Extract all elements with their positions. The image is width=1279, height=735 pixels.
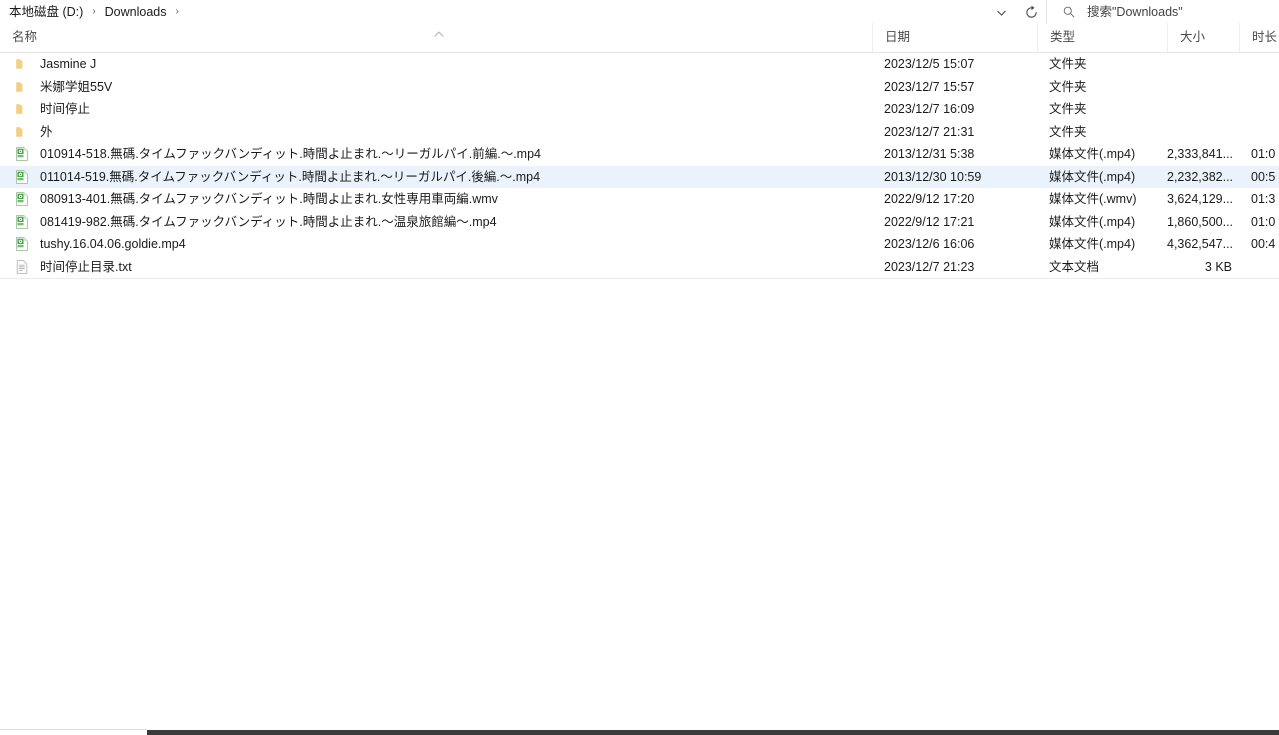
media-file-icon	[16, 147, 28, 162]
media-file-icon	[16, 237, 28, 252]
file-type-cell: 文件夹	[1049, 57, 1087, 71]
search-input[interactable]: 搜索"Downloads"	[1076, 0, 1183, 24]
file-size-cell: 1,860,500...	[1167, 214, 1234, 229]
column-header-duration[interactable]: 时长	[1239, 23, 1279, 52]
file-name-cell[interactable]: 时间停止	[0, 98, 872, 121]
search-icon	[1062, 5, 1076, 19]
file-duration-cell: 01:0	[1251, 147, 1276, 161]
table-row[interactable]: 时间停止 2023/12/7 16:09 文件夹	[0, 98, 1279, 121]
chevron-down-icon	[995, 6, 1008, 19]
file-size-cell: 3 KB	[1204, 259, 1232, 274]
desktop-edge-line	[0, 729, 147, 730]
file-date-cell: 2023/12/7 16:09	[884, 102, 975, 116]
file-size-cell: 3,624,129...	[1167, 192, 1234, 206]
table-row[interactable]: 时间停止目录.txt 2023/12/7 21:23 文本文档 3 KB	[0, 256, 1279, 279]
file-date-cell: 2013/12/30 10:59	[884, 169, 982, 184]
refresh-button[interactable]	[1016, 0, 1046, 24]
file-type-cell: 媒体文件(.mp4)	[1049, 237, 1136, 251]
file-type-cell: 文件夹	[1049, 79, 1087, 94]
folder-icon	[16, 127, 23, 137]
file-type-cell: 媒体文件(.wmv)	[1049, 192, 1137, 206]
table-row[interactable]: tushy.16.04.06.goldie.mp4 2023/12/6 16:06…	[0, 233, 1279, 256]
address-bar[interactable]: 本地磁盘 (D:) › Downloads › 搜索"Downloads"	[0, 0, 1279, 24]
file-date-cell: 2023/12/7 21:23	[884, 259, 975, 274]
column-header-type[interactable]: 类型	[1037, 23, 1167, 52]
file-date-cell: 2023/12/7 15:57	[884, 79, 975, 94]
file-name-label: 米娜学姐55V	[40, 79, 113, 94]
table-row[interactable]: 010914-518.無碼.タイムファックバンディット.時間よ止まれ.～リーガル…	[0, 143, 1279, 166]
file-name-cell[interactable]: 010914-518.無碼.タイムファックバンディット.時間よ止まれ.～リーガル…	[0, 143, 872, 166]
table-row[interactable]: Jasmine J 2023/12/5 15:07 文件夹	[0, 53, 1279, 76]
file-duration-cell: 01:3	[1251, 192, 1276, 206]
file-name-label: 外	[40, 124, 53, 139]
file-date-cell: 2023/12/6 16:06	[884, 237, 975, 251]
file-name-label: 时间停止目录.txt	[40, 259, 132, 274]
media-file-icon	[16, 192, 28, 207]
breadcrumb-separator-icon: ›	[92, 6, 96, 17]
file-size-cell: 2,232,382...	[1167, 169, 1234, 184]
file-type-cell: 媒体文件(.mp4)	[1049, 147, 1136, 161]
column-header-row: 名称 日期 类型 大小 时长	[0, 23, 1279, 53]
file-duration-cell: 00:5	[1251, 169, 1276, 184]
file-duration-cell: 01:0	[1251, 214, 1276, 229]
table-row[interactable]: 米娜学姐55V 2023/12/7 15:57 文件夹	[0, 76, 1279, 99]
file-type-cell: 媒体文件(.mp4)	[1049, 214, 1136, 229]
breadcrumb-separator-trailing-icon[interactable]: ›	[167, 0, 188, 24]
folder-icon	[16, 82, 23, 92]
breadcrumb[interactable]: 本地磁盘 (D:) › Downloads ›	[0, 0, 188, 24]
file-date-cell: 2022/9/12 17:21	[884, 214, 975, 229]
refresh-icon	[1024, 5, 1039, 20]
file-name-cell[interactable]: 011014-519.無碼.タイムファックバンディット.時間よ止まれ.～リーガル…	[0, 166, 872, 189]
file-date-cell: 2023/12/5 15:07	[884, 57, 975, 71]
search-box[interactable]: 搜索"Downloads"	[1046, 0, 1279, 24]
media-file-icon	[16, 169, 28, 184]
table-row[interactable]: 011014-519.無碼.タイムファックバンディット.時間よ止まれ.～リーガル…	[0, 165, 1279, 189]
file-date-cell: 2023/12/7 21:31	[884, 124, 975, 139]
folder-icon	[16, 104, 23, 115]
file-name-label: 010914-518.無碼.タイムファックバンディット.時間よ止まれ.～リーガル…	[40, 147, 541, 161]
file-type-cell: 文件夹	[1049, 124, 1087, 139]
file-name-label: Jasmine J	[40, 57, 97, 71]
file-name-cell[interactable]: 外	[0, 121, 872, 144]
media-file-icon	[16, 214, 28, 229]
file-name-cell[interactable]: 时间停止目录.txt	[0, 256, 872, 279]
folder-icon	[16, 59, 23, 70]
breadcrumb-item-drive[interactable]: 本地磁盘 (D:)	[9, 0, 83, 24]
file-date-cell: 2013/12/31 5:38	[884, 147, 975, 161]
file-name-label: 011014-519.無碼.タイムファックバンディット.時間よ止まれ.～リーガル…	[40, 169, 541, 184]
breadcrumb-item-downloads[interactable]: Downloads	[105, 0, 167, 24]
column-header-date[interactable]: 日期	[872, 23, 1037, 52]
file-type-cell: 媒体文件(.mp4)	[1049, 169, 1136, 184]
file-name-cell[interactable]: 080913-401.無碼.タイムファックバンディット.時間よ止まれ.女性専用車…	[0, 188, 872, 211]
table-row[interactable]: 080913-401.無碼.タイムファックバンディット.時間よ止まれ.女性専用車…	[0, 188, 1279, 211]
file-name-cell[interactable]: Jasmine J	[0, 53, 872, 76]
table-row[interactable]: 081419-982.無碼.タイムファックバンディット.時間よ止まれ.～温泉旅館…	[0, 211, 1279, 234]
file-size-cell: 4,362,547...	[1167, 237, 1234, 251]
file-name-cell[interactable]: 081419-982.無碼.タイムファックバンディット.時間よ止まれ.～温泉旅館…	[0, 211, 872, 234]
table-row[interactable]: 外 2023/12/7 21:31 文件夹	[0, 121, 1279, 144]
file-size-cell: 2,333,841...	[1167, 147, 1234, 161]
file-duration-cell: 00:4	[1251, 237, 1276, 251]
history-dropdown-button[interactable]	[986, 0, 1016, 24]
file-date-cell: 2022/9/12 17:20	[884, 192, 975, 206]
file-type-cell: 文件夹	[1049, 102, 1087, 116]
column-header-name[interactable]: 名称	[0, 23, 872, 52]
column-header-size[interactable]: 大小	[1167, 23, 1239, 52]
file-name-cell[interactable]: tushy.16.04.06.goldie.mp4	[0, 233, 872, 256]
text-file-icon	[16, 259, 28, 274]
file-name-label: 080913-401.無碼.タイムファックバンディット.時間よ止まれ.女性専用車…	[40, 192, 498, 206]
file-name-label: tushy.16.04.06.goldie.mp4	[40, 237, 186, 251]
taskbar-sliver	[147, 730, 1279, 735]
file-name-label: 时间停止	[40, 102, 91, 116]
file-type-cell: 文本文档	[1049, 259, 1100, 274]
file-list[interactable]: Jasmine J 2023/12/5 15:07 文件夹 米娜学姐55V 2023/1…	[0, 53, 1279, 279]
file-name-label: 081419-982.無碼.タイムファックバンディット.時間よ止まれ.～温泉旅館…	[40, 214, 497, 229]
file-name-cell[interactable]: 米娜学姐55V	[0, 76, 872, 99]
